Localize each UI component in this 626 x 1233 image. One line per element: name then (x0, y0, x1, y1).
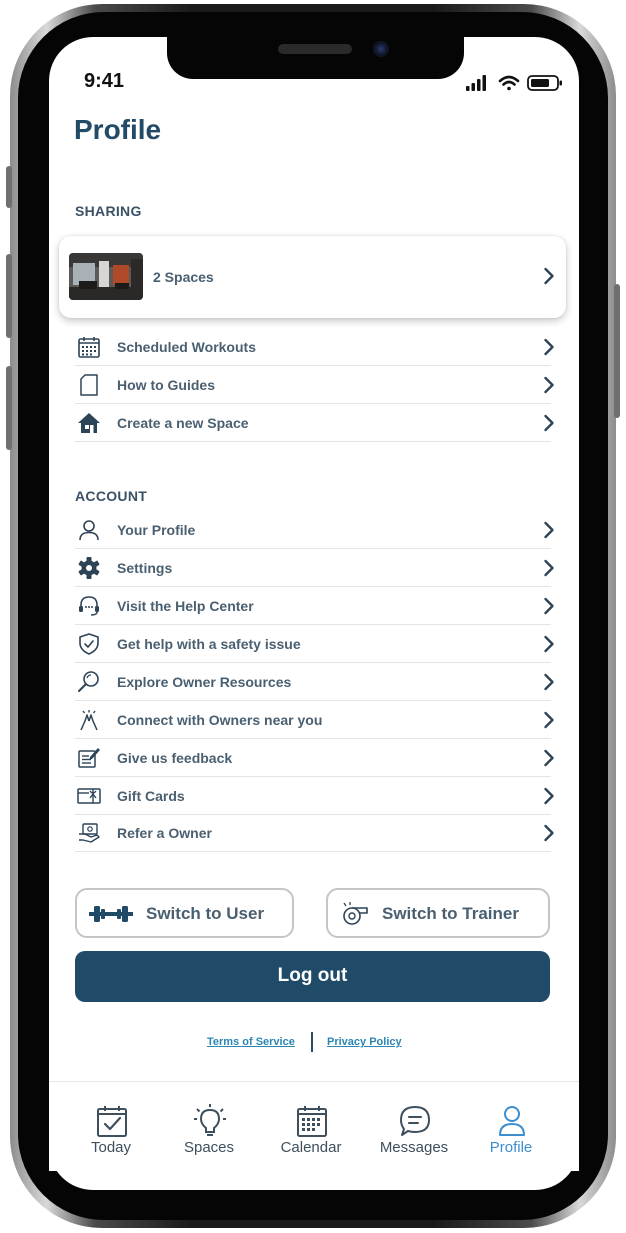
menu-item-create-space[interactable]: Create a new Space (75, 404, 554, 442)
menu-item-label: Visit the Help Center (117, 598, 254, 614)
menu-item-help-center[interactable]: Visit the Help Center (75, 587, 554, 625)
calendar-check-icon (97, 1106, 127, 1137)
magnifier-icon (78, 671, 99, 692)
user-icon (79, 520, 99, 541)
menu-item-label: Connect with Owners near you (117, 712, 323, 728)
menu-item-label: Create a new Space (117, 415, 249, 431)
tab-spaces[interactable]: Spaces (159, 1082, 259, 1172)
chevron-right-icon (544, 787, 554, 805)
chevron-right-icon (544, 597, 554, 615)
status-time: 9:41 (84, 70, 125, 92)
chevron-right-icon (544, 824, 554, 842)
front-camera (373, 41, 389, 57)
high-five-icon (80, 710, 98, 731)
gift-card-icon (77, 788, 101, 804)
switch-to-user-label: Switch to User (146, 904, 265, 923)
menu-item-label: Give us feedback (117, 750, 233, 766)
menu-item-settings[interactable]: Settings (75, 549, 554, 587)
menu-item-label: Settings (117, 560, 173, 576)
menu-item-label: Scheduled Workouts (117, 339, 256, 355)
chat-bubble-icon (400, 1106, 430, 1136)
tab-profile[interactable]: Profile (461, 1082, 561, 1172)
menu-item-label: Your Profile (117, 522, 196, 538)
feedback-pencil-icon (78, 748, 100, 768)
chevron-right-icon (544, 267, 554, 285)
log-out-label: Log out (277, 965, 348, 986)
lightbulb-icon (194, 1104, 226, 1136)
menu-item-label: Refer a Owner (117, 825, 212, 841)
menu-item-gift-cards[interactable]: Gift Cards (75, 777, 554, 815)
house-icon (78, 413, 100, 433)
speaker-grille (278, 44, 352, 54)
chevron-right-icon (544, 414, 554, 432)
shield-check-icon (79, 633, 99, 655)
signal-icon (466, 75, 486, 91)
menu-item-owner-resources[interactable]: Explore Owner Resources (75, 663, 554, 701)
calendar-icon (297, 1106, 327, 1137)
chevron-right-icon (544, 711, 554, 729)
user-icon (499, 1106, 525, 1136)
switch-to-trainer-button[interactable]: Switch to Trainer (326, 888, 550, 938)
menu-item-refer-owner[interactable]: Refer a Owner (75, 814, 554, 852)
dumbbell-icon (89, 906, 133, 922)
spaces-card-label: 2 Spaces (153, 269, 214, 285)
wifi-icon (498, 75, 520, 91)
menu-item-safety-issue[interactable]: Get help with a safety issue (75, 625, 554, 663)
headset-icon (79, 596, 99, 616)
legal-divider (311, 1032, 313, 1052)
tab-label: Messages (379, 1139, 449, 1156)
tab-label: Today (90, 1139, 132, 1156)
tab-label: Calendar (280, 1139, 342, 1156)
switch-to-user-button[interactable]: Switch to User (75, 888, 294, 938)
tab-messages[interactable]: Messages (364, 1082, 464, 1172)
menu-item-scheduled-workouts[interactable]: Scheduled Workouts (75, 328, 554, 366)
tab-bar: Today Spaces Calendar Messages Profile (49, 1081, 579, 1171)
sharing-section-label: SHARING (75, 203, 142, 219)
log-out-button[interactable]: Log out (75, 951, 550, 1002)
document-icon (80, 374, 98, 396)
refer-icon (79, 823, 100, 843)
terms-of-service-link[interactable]: Terms of Service (207, 1036, 295, 1048)
phone-volume-up-button (6, 254, 12, 338)
chevron-right-icon (544, 749, 554, 767)
tab-label: Spaces (183, 1139, 235, 1156)
menu-item-label: How to Guides (117, 377, 215, 393)
menu-item-label: Explore Owner Resources (117, 674, 292, 690)
chevron-right-icon (544, 559, 554, 577)
tab-today[interactable]: Today (61, 1082, 161, 1172)
spaces-card[interactable]: 2 Spaces (59, 236, 566, 318)
whistle-icon (343, 902, 368, 925)
phone-power-button (614, 284, 620, 418)
switch-to-trainer-label: Switch to Trainer (382, 904, 519, 923)
gear-icon (78, 557, 100, 579)
privacy-policy-link[interactable]: Privacy Policy (327, 1036, 402, 1048)
tab-label: Profile (489, 1139, 533, 1156)
chevron-right-icon (544, 338, 554, 356)
status-icons (466, 75, 562, 91)
menu-item-label: Gift Cards (117, 788, 185, 804)
menu-item-feedback[interactable]: Give us feedback (75, 739, 554, 777)
tab-calendar[interactable]: Calendar (261, 1082, 361, 1172)
chevron-right-icon (544, 673, 554, 691)
page-title: Profile (74, 114, 162, 145)
gym-photo-image (69, 253, 143, 300)
battery-icon (527, 75, 562, 91)
menu-item-connect-owners[interactable]: Connect with Owners near you (75, 701, 554, 739)
phone-side-button (6, 166, 12, 208)
phone-volume-down-button (6, 366, 12, 450)
spaces-thumbnail (69, 253, 143, 300)
chevron-right-icon (544, 521, 554, 539)
menu-item-label: Get help with a safety issue (117, 636, 301, 652)
chevron-right-icon (544, 376, 554, 394)
calendar-grid-icon (78, 337, 100, 358)
account-section-label: ACCOUNT (75, 488, 148, 504)
chevron-right-icon (544, 635, 554, 653)
menu-item-how-to-guides[interactable]: How to Guides (75, 366, 554, 404)
menu-item-your-profile[interactable]: Your Profile (75, 511, 554, 549)
